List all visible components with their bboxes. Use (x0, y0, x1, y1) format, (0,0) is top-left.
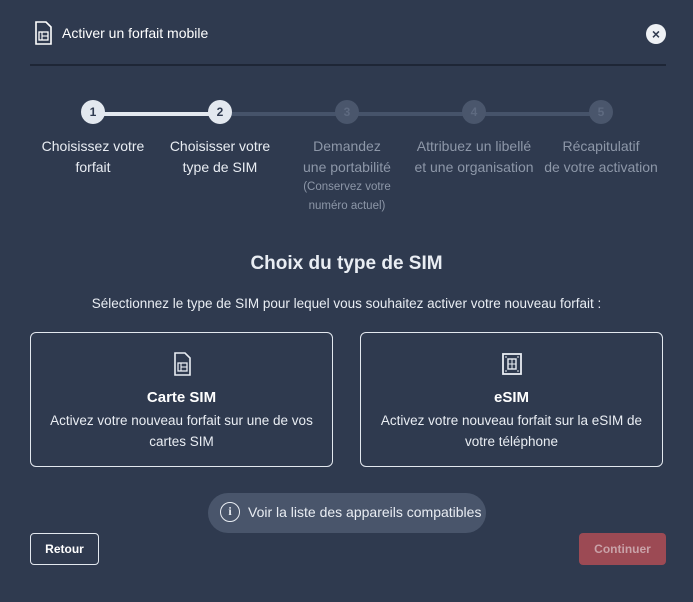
back-button[interactable]: Retour (30, 533, 99, 565)
activation-stepper: 1 Choisissez votre forfait 2 Choisisser … (30, 100, 663, 230)
card-description: Activez votre nouveau forfait sur la eSI… (380, 413, 643, 449)
dialog-title: Activer un forfait mobile (62, 25, 209, 41)
card-description: Activez votre nouveau forfait sur une de… (50, 413, 313, 449)
step-label: Demandez une portabilité (303, 138, 391, 175)
step-number: 5 (589, 100, 613, 124)
step-number: 2 (208, 100, 232, 124)
close-icon[interactable]: × (652, 26, 660, 42)
sim-card-option[interactable]: Carte SIM Activez votre nouveau forfait … (30, 332, 333, 467)
step-3: 3 Demandez une portabilité (Conservez vo… (282, 100, 412, 216)
esim-option[interactable]: eSIM Activez votre nouveau forfait sur l… (360, 332, 663, 467)
close-button[interactable]: × (646, 24, 666, 44)
step-4: 4 Attribuez un libellé et une organisati… (409, 100, 539, 178)
sim-card-icon (173, 352, 191, 376)
card-title: Carte SIM (146, 389, 217, 406)
dialog-header: Activer un forfait mobile × (30, 18, 666, 66)
section-title: Choix du type de SIM (250, 253, 443, 274)
compatible-devices-link[interactable]: i Voir la liste des appareils compatible… (208, 493, 486, 533)
step-label: Récapitulatif de votre activation (544, 138, 658, 175)
step-number: 4 (462, 100, 486, 124)
step-label: Choisisser votre type de SIM (169, 138, 271, 175)
step-label: Choisissez votre forfait (41, 138, 145, 175)
continue-button[interactable]: Continuer (579, 533, 666, 565)
section-subtitle: Sélectionnez le type de SIM pour lequel … (91, 296, 602, 311)
info-icon: i (220, 502, 240, 522)
step-number: 1 (81, 100, 105, 124)
sim-card-icon (35, 21, 52, 45)
step-1: 1 Choisissez votre forfait (28, 100, 158, 178)
step-5: 5 Récapitulatif de votre activation (536, 100, 666, 178)
compatible-devices-label: Voir la liste des appareils compatibles (248, 504, 482, 520)
activate-plan-dialog: Activer un forfait mobile × 1 Choisissez… (0, 0, 693, 602)
card-title: eSIM (493, 389, 529, 406)
step-number: 3 (335, 100, 359, 124)
step-label: Attribuez un libellé et une organisation (414, 138, 534, 175)
step-hint: (Conservez votre numéro actuel) (303, 181, 391, 212)
esim-chip-icon (501, 353, 522, 375)
step-2: 2 Choisisser votre type de SIM (155, 100, 285, 178)
